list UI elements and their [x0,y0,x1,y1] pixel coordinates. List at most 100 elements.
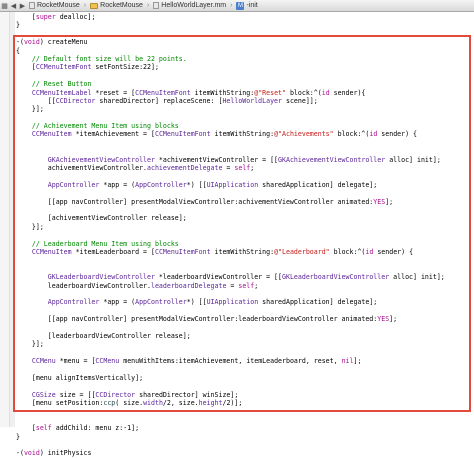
related-items-icon[interactable]: ▦ [0,2,9,10]
code-token: GKAchievementViewController [278,155,386,164]
code-token: AppController [135,298,187,307]
code-line[interactable]: CGSize size = [[CCDirector sharedDirecto… [16,391,474,399]
code-line[interactable]: CCMenuItem *itemAchievement = [CCMenuIte… [16,130,474,138]
code-token: setFontSize:22]; [91,63,159,72]
code-token: YES [377,315,390,324]
code-line[interactable]: }]; [16,105,474,113]
code-line[interactable]: } [16,433,474,441]
code-line[interactable] [16,114,474,122]
code-line[interactable]: } [16,21,474,29]
code-line[interactable]: [CCMenuItemFont setFontSize:22]; [16,63,474,71]
code-token: sender){ [329,88,366,97]
code-token: ( size. [115,398,144,407]
code-line[interactable]: AppController *app = (AppController*) [[… [16,181,474,189]
code-token: }]; [16,340,44,349]
back-arrow-icon[interactable]: ◀ [9,2,18,10]
code-line[interactable]: GKAchievementViewController *achivementV… [16,156,474,164]
code-token: leaderboardViewController. [16,281,151,290]
code-token: scene]]; [282,96,318,105]
code-editor[interactable]: [super dealloc];} -(void) createMenu{ // … [16,13,474,458]
code-line[interactable]: // Leaderboard Menu Item using blocks [16,240,474,248]
code-line[interactable]: // Achievement Menu Item using blocks [16,122,474,130]
code-line[interactable]: [achivementViewController release]; [16,214,474,222]
code-token: [[app navController] presentModalViewCon… [16,315,378,324]
code-line[interactable] [16,307,474,315]
code-line[interactable]: -(void) initPhysics [16,449,474,457]
code-token: ; [254,281,259,290]
code-token: block:^( [333,130,370,139]
code-token: CGSize [31,390,56,399]
code-line[interactable]: GKLeaderboardViewController *leaderboard… [16,273,474,281]
code-line[interactable] [16,231,474,239]
code-token: CCMenuItem [31,247,72,256]
code-line[interactable]: -(void) createMenu [16,38,474,46]
code-line[interactable]: [menu alignItemsVertically]; [16,374,474,382]
code-line[interactable] [16,72,474,80]
code-token: *menu = [ [55,357,96,366]
code-line[interactable] [16,441,474,449]
code-line[interactable] [16,30,474,38]
code-line[interactable]: [leaderboardViewController release]; [16,332,474,340]
code-line[interactable]: achivementViewController.achievementDele… [16,164,474,172]
code-line[interactable]: [[app navController] presentModalViewCon… [16,315,474,323]
code-line[interactable]: CCMenu *menu = [CCMenu menuWithItems:ite… [16,357,474,365]
code-token: CCMenu [31,357,56,366]
code-line[interactable] [16,189,474,197]
code-token: alloc] init]; [389,273,445,282]
code-token: GKLeaderboardViewController [282,273,390,282]
code-line[interactable] [16,147,474,155]
jumpbar-file[interactable]: HelloWorldLayer.mm [151,2,228,9]
code-line[interactable] [16,265,474,273]
jumpbar-group[interactable]: RocketMouse [88,2,145,9]
code-token: height [198,398,223,407]
line-number-gutter[interactable] [0,12,10,427]
code-line[interactable] [16,382,474,390]
code-line[interactable] [16,206,474,214]
code-line[interactable] [16,323,474,331]
code-token: ]; [389,315,398,324]
code-token: *itemLeaderboard = [ [71,247,155,256]
code-line[interactable]: // Default font size will be 22 points. [16,55,474,63]
code-token: sender) { [377,130,418,139]
code-line[interactable] [16,365,474,373]
code-token: [ [16,63,36,72]
code-line[interactable]: [[app navController] presentModalViewCon… [16,198,474,206]
jumpbar-method-label: -init [246,2,258,9]
code-line[interactable]: CCMenuItem *itemLeaderboard = [CCMenuIte… [16,248,474,256]
code-line[interactable] [16,139,474,147]
code-line[interactable]: }]; [16,340,474,348]
code-line[interactable]: }]; [16,223,474,231]
code-token: = [226,281,239,290]
code-token: ccp [103,398,116,407]
code-folding-ribbon[interactable] [10,12,15,427]
code-line[interactable]: [self addChild: menu z:-1]; [16,424,474,432]
code-token: = [222,164,235,173]
code-token: itemWithString: [210,247,275,256]
code-line[interactable] [16,416,474,424]
code-line[interactable] [16,290,474,298]
jumpbar-method[interactable]: M -init [234,1,259,10]
code-token: sharedDirector] replaceScene: [ [95,96,223,105]
code-line[interactable] [16,407,474,415]
jumpbar-project[interactable]: RocketMouse [27,2,82,9]
code-line[interactable]: // Reset Button [16,80,474,88]
code-line[interactable]: { [16,47,474,55]
code-token: -( [16,449,24,458]
code-line[interactable]: [super dealloc]; [16,13,474,21]
code-token: CCMenuItemLabel [31,88,92,97]
code-line[interactable]: [[CCDirector sharedDirector] replaceScen… [16,97,474,105]
code-line[interactable] [16,256,474,264]
code-line[interactable]: leaderboardViewController.leaderboardDel… [16,282,474,290]
code-token: CCDirector [55,96,96,105]
forward-arrow-icon[interactable]: ▶ [18,2,27,10]
code-line[interactable]: AppController *app = (AppController*) [[… [16,298,474,306]
code-token: } [16,432,20,441]
code-token: self [35,424,52,433]
code-line[interactable] [16,349,474,357]
code-line[interactable]: [menu setPosition:ccp( size.width/2, siz… [16,399,474,407]
code-line[interactable]: CCMenuItemLabel *reset = [CCMenuItemFont… [16,89,474,97]
code-token: [menu setPosition: [16,398,104,407]
code-line[interactable] [16,172,474,180]
